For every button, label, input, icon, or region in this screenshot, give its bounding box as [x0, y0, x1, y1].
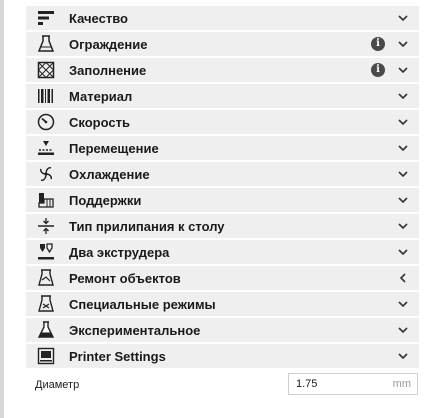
category-row[interactable]: Экспериментальное [26, 318, 419, 342]
cooling-fan-icon [35, 164, 57, 184]
category-row[interactable]: Заполнение i [26, 58, 419, 82]
category-label: Скорость [69, 114, 130, 130]
chevron-down-icon[interactable] [397, 324, 409, 336]
adhesion-icon [35, 216, 57, 236]
info-icon[interactable]: i [371, 63, 385, 77]
chevron-down-icon[interactable] [397, 38, 409, 50]
category-row[interactable]: Ремонт объектов [26, 266, 419, 290]
category-label: Тип прилипания к столу [69, 218, 225, 234]
category-row[interactable]: Качество [26, 6, 419, 30]
category-label: Специальные режимы [69, 296, 216, 312]
printer-settings-icon [35, 346, 57, 366]
chevron-down-icon[interactable] [397, 90, 409, 102]
category-row[interactable]: Материал [26, 84, 419, 108]
settings-category-list: Качество Ограждение i Заполнение i Материал Ск… [26, 6, 419, 370]
material-icon [35, 86, 57, 106]
category-row[interactable]: Перемещение [26, 136, 419, 160]
category-label: Перемещение [69, 140, 159, 156]
experimental-icon [35, 320, 57, 340]
chevron-down-icon[interactable] [397, 194, 409, 206]
chevron-down-icon[interactable] [397, 116, 409, 128]
chevron-down-icon[interactable] [397, 168, 409, 180]
category-row[interactable]: Скорость [26, 110, 419, 134]
travel-icon [35, 138, 57, 158]
dual-extruder-icon [35, 242, 57, 262]
chevron-down-icon[interactable] [397, 142, 409, 154]
diameter-setting-row: Диаметр 1.75 mm [26, 372, 419, 398]
category-label: Охлаждение [69, 166, 150, 182]
category-label: Качество [69, 10, 128, 26]
chevron-down-icon[interactable] [397, 298, 409, 310]
mesh-fix-icon [35, 268, 57, 288]
category-label: Поддержки [69, 192, 142, 208]
chevron-down-icon[interactable] [397, 350, 409, 362]
special-modes-icon [35, 294, 57, 314]
info-icon[interactable]: i [371, 37, 385, 51]
panel-left-border [0, 0, 4, 418]
quality-icon [35, 8, 57, 28]
infill-icon [35, 60, 57, 80]
category-label: Ремонт объектов [69, 270, 181, 286]
category-label: Экспериментальное [69, 322, 201, 338]
category-row[interactable]: Поддержки [26, 188, 419, 212]
chevron-down-icon[interactable] [397, 64, 409, 76]
chevron-down-icon[interactable] [397, 220, 409, 232]
category-row[interactable]: Два экструдера [26, 240, 419, 264]
speed-icon [35, 112, 57, 132]
diameter-label: Диаметр [35, 379, 80, 391]
diameter-value[interactable]: 1.75 [296, 378, 317, 390]
category-row[interactable]: Ограждение i [26, 32, 419, 56]
chevron-left-icon[interactable] [397, 272, 409, 284]
category-label: Ограждение [69, 36, 148, 52]
category-row[interactable]: Printer Settings [26, 344, 419, 368]
diameter-input[interactable]: 1.75 mm [288, 373, 418, 395]
diameter-unit: mm [392, 378, 411, 390]
category-label: Заполнение [69, 62, 147, 78]
category-label: Два экструдера [69, 244, 170, 260]
category-row[interactable]: Специальные режимы [26, 292, 419, 316]
shell-icon [35, 34, 57, 54]
category-label: Материал [69, 88, 133, 104]
category-row[interactable]: Тип прилипания к столу [26, 214, 419, 238]
chevron-down-icon[interactable] [397, 246, 409, 258]
category-row[interactable]: Охлаждение [26, 162, 419, 186]
chevron-down-icon[interactable] [397, 12, 409, 24]
support-icon [35, 190, 57, 210]
category-label: Printer Settings [69, 348, 166, 364]
